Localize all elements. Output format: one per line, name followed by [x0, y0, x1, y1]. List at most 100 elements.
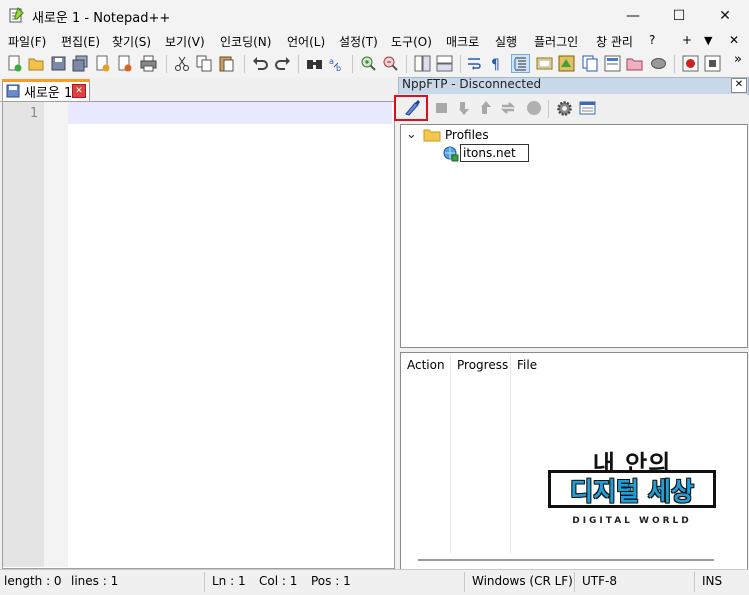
- status-eol-format[interactable]: Windows (CR LF): [472, 574, 573, 588]
- monitoring-icon[interactable]: [650, 55, 667, 72]
- menu-macro[interactable]: 매크로: [446, 33, 479, 50]
- saved-file-icon: [6, 84, 20, 98]
- watermark-line2: 디지털 세상: [570, 477, 694, 506]
- toolbar-separator: [244, 55, 245, 73]
- profile-item-itons-net[interactable]: itons.net: [460, 144, 529, 162]
- doc-map-icon[interactable]: [558, 55, 575, 72]
- menu-bar: 파일(F) 편집(E) 찾기(S) 보기(V) 인코딩(N) 언어(L) 설정(…: [0, 31, 749, 51]
- menu-close-doc-button[interactable]: ✕: [729, 33, 739, 47]
- profiles-node[interactable]: Profiles: [445, 128, 489, 142]
- notepad-app-icon: [9, 7, 24, 23]
- close-file-icon[interactable]: [94, 55, 111, 72]
- doc-list-icon[interactable]: [582, 55, 599, 72]
- stop-macro-icon[interactable]: [704, 55, 721, 72]
- show-all-chars-icon[interactable]: ¶: [488, 55, 505, 72]
- menu-settings[interactable]: 설정(T): [339, 33, 378, 50]
- toolbar-overflow-button[interactable]: »: [734, 52, 742, 67]
- record-macro-icon[interactable]: [682, 55, 699, 72]
- menu-window[interactable]: 창 관리: [596, 33, 633, 50]
- menu-run[interactable]: 실행: [495, 33, 517, 50]
- column-divider: [510, 354, 511, 553]
- status-separator: [694, 572, 695, 592]
- folder-workspace-icon[interactable]: [626, 55, 643, 72]
- indent-guide-icon[interactable]: [511, 54, 530, 73]
- status-position: Pos : 1: [311, 574, 351, 588]
- svg-text:¶: ¶: [491, 57, 500, 72]
- print-icon[interactable]: [140, 55, 157, 72]
- status-line-number: Ln : 1: [212, 574, 246, 588]
- window-title: 새로운 1 - Notepad++: [32, 11, 171, 26]
- message-window-icon[interactable]: [579, 100, 596, 117]
- settings-gear-icon[interactable]: [556, 100, 573, 117]
- copy-icon[interactable]: [196, 55, 213, 72]
- menu-plugins[interactable]: 플러그인: [534, 33, 578, 50]
- refresh-icon: [500, 102, 516, 114]
- menu-search[interactable]: 찾기(S): [112, 33, 151, 50]
- close-all-icon[interactable]: [116, 55, 133, 72]
- tab-label: 새로운 1: [24, 86, 73, 101]
- user-define-lang-icon[interactable]: [536, 55, 553, 72]
- queue-column-action[interactable]: Action: [407, 358, 445, 372]
- paste-icon[interactable]: [218, 55, 235, 72]
- status-column: Col : 1: [259, 574, 298, 588]
- menu-edit[interactable]: 편집(E): [61, 33, 100, 50]
- redo-icon[interactable]: [274, 55, 291, 72]
- folder-icon: [423, 129, 441, 142]
- menu-tools[interactable]: 도구(O): [391, 33, 432, 50]
- menu-add-button[interactable]: +: [682, 33, 692, 47]
- zoom-out-icon[interactable]: [382, 55, 399, 72]
- find-icon[interactable]: [306, 55, 323, 72]
- zoom-in-icon[interactable]: [360, 55, 377, 72]
- menu-encoding[interactable]: 인코딩(N): [220, 33, 271, 50]
- ftp-toolbar: [398, 94, 747, 123]
- abort-icon: [527, 101, 541, 115]
- toolbar-separator: [352, 55, 353, 73]
- status-length: length : 0: [4, 574, 62, 588]
- function-list-icon[interactable]: [604, 55, 621, 72]
- toolbar-separator: [298, 55, 299, 73]
- cut-icon[interactable]: [174, 55, 191, 72]
- queue-column-progress[interactable]: Progress: [457, 358, 508, 372]
- status-lines: lines : 1: [71, 574, 119, 588]
- save-all-icon[interactable]: [72, 55, 89, 72]
- minimize-button[interactable]: —: [610, 0, 656, 31]
- status-insert-mode[interactable]: INS: [702, 574, 722, 588]
- line-number: 1: [30, 106, 39, 121]
- disconnect-icon: [436, 103, 447, 113]
- svg-text:b: b: [336, 64, 341, 72]
- open-file-icon[interactable]: [28, 55, 45, 72]
- menu-file[interactable]: 파일(F): [8, 33, 46, 50]
- save-icon[interactable]: [50, 55, 67, 72]
- column-divider: [450, 354, 451, 553]
- status-separator: [574, 572, 575, 592]
- maximize-button[interactable]: ☐: [656, 0, 702, 31]
- toolbar-separator: [406, 55, 407, 73]
- menu-dropdown-button[interactable]: ▼: [704, 34, 712, 47]
- tab-close-button[interactable]: ✕: [72, 84, 86, 98]
- queue-column-file[interactable]: File: [517, 358, 537, 372]
- menu-language[interactable]: 언어(L): [287, 33, 325, 50]
- close-window-button[interactable]: ✕: [702, 0, 748, 31]
- toolbar-separator: [548, 100, 549, 118]
- line-number-gutter: [3, 102, 44, 567]
- status-encoding[interactable]: UTF-8: [582, 574, 617, 588]
- download-icon: [459, 102, 469, 115]
- fold-margin: [44, 102, 68, 567]
- ftp-panel-close-button[interactable]: ✕: [731, 78, 747, 93]
- ftp-panel-title: NppFTP - Disconnected: [402, 77, 542, 91]
- upload-icon: [481, 101, 491, 114]
- replace-icon[interactable]: ab: [328, 55, 345, 72]
- sync-horizontal-icon[interactable]: [436, 55, 453, 72]
- svg-text:a: a: [329, 57, 334, 66]
- new-file-icon[interactable]: [6, 55, 23, 72]
- toolbar-separator: [674, 55, 675, 73]
- word-wrap-icon[interactable]: [466, 55, 483, 72]
- queue-horizontal-scrollbar[interactable]: [418, 559, 714, 561]
- sync-vertical-icon[interactable]: [414, 55, 431, 72]
- menu-help[interactable]: ?: [649, 33, 655, 47]
- menu-view[interactable]: 보기(V): [165, 33, 205, 50]
- toolbar-separator: [460, 55, 461, 73]
- toolbar-separator: [166, 55, 167, 73]
- undo-icon[interactable]: [252, 55, 269, 72]
- profiles-expander[interactable]: ⌄: [406, 127, 417, 142]
